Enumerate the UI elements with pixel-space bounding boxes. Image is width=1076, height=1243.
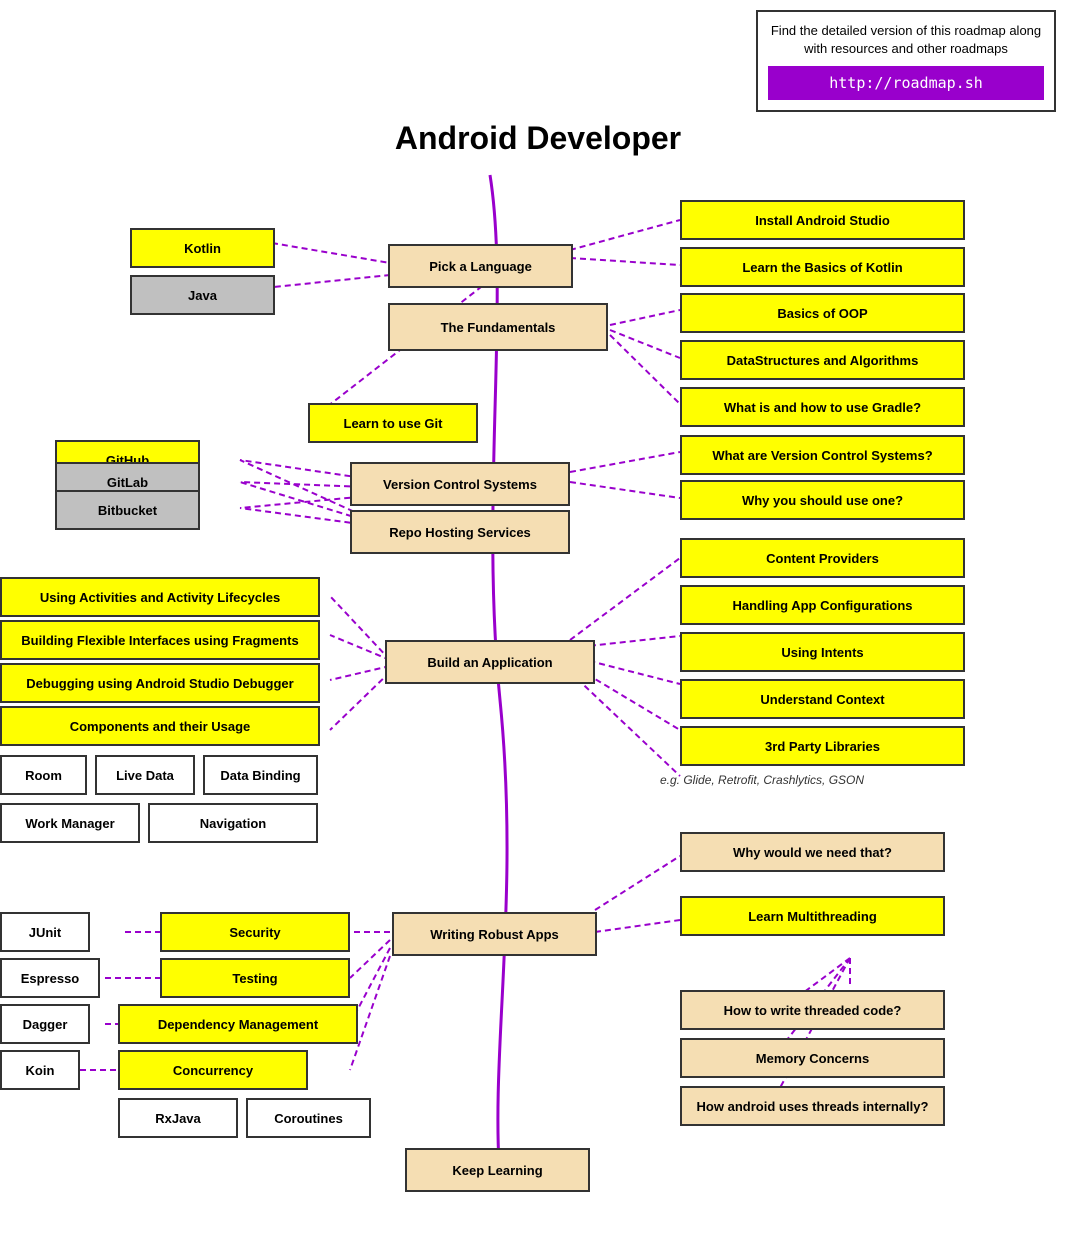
learn-git-node[interactable]: Learn to use Git [308, 403, 478, 443]
page-title: Android Developer [0, 120, 1076, 157]
security-node[interactable]: Security [160, 912, 350, 952]
pick-language-node[interactable]: Pick a Language [388, 244, 573, 288]
datastructures-node[interactable]: DataStructures and Algorithms [680, 340, 965, 380]
workmanager-node[interactable]: Work Manager [0, 803, 140, 843]
info-box: Find the detailed version of this roadma… [756, 10, 1056, 112]
understand-context-node[interactable]: Understand Context [680, 679, 965, 719]
components-node[interactable]: Components and their Usage [0, 706, 320, 746]
kotlin-node[interactable]: Kotlin [130, 228, 275, 268]
livedata-node[interactable]: Live Data [95, 755, 195, 795]
install-android-node[interactable]: Install Android Studio [680, 200, 965, 240]
vcs-what-node[interactable]: What are Version Control Systems? [680, 435, 965, 475]
fundamentals-node[interactable]: The Fundamentals [388, 303, 608, 351]
testing-node[interactable]: Testing [160, 958, 350, 998]
concurrency-node[interactable]: Concurrency [118, 1050, 308, 1090]
bitbucket-node[interactable]: Bitbucket [55, 490, 200, 530]
learn-multi-node[interactable]: Learn Multithreading [680, 896, 945, 936]
info-box-text: Find the detailed version of this roadma… [768, 22, 1044, 58]
content-providers-node[interactable]: Content Providers [680, 538, 965, 578]
build-app-node[interactable]: Build an Application [385, 640, 595, 684]
third-party-node[interactable]: 3rd Party Libraries [680, 726, 965, 766]
room-node[interactable]: Room [0, 755, 87, 795]
basics-oop-node[interactable]: Basics of OOP [680, 293, 965, 333]
info-box-link[interactable]: http://roadmap.sh [768, 66, 1044, 100]
dagger-node[interactable]: Dagger [0, 1004, 90, 1044]
repo-hosting-node[interactable]: Repo Hosting Services [350, 510, 570, 554]
vcs-why-node[interactable]: Why you should use one? [680, 480, 965, 520]
vcs-node[interactable]: Version Control Systems [350, 462, 570, 506]
rxjava-node[interactable]: RxJava [118, 1098, 238, 1138]
koin-node[interactable]: Koin [0, 1050, 80, 1090]
handling-config-node[interactable]: Handling App Configurations [680, 585, 965, 625]
third-party-examples: e.g. Glide, Retrofit, Crashlytics, GSON [660, 773, 864, 787]
databinding-node[interactable]: Data Binding [203, 755, 318, 795]
why-need-node[interactable]: Why would we need that? [680, 832, 945, 872]
keep-learning-node[interactable]: Keep Learning [405, 1148, 590, 1192]
kotlin-basics-node[interactable]: Learn the Basics of Kotlin [680, 247, 965, 287]
depmanagement-node[interactable]: Dependency Management [118, 1004, 358, 1044]
navigation-node[interactable]: Navigation [148, 803, 318, 843]
java-node[interactable]: Java [130, 275, 275, 315]
activities-node[interactable]: Using Activities and Activity Lifecycles [0, 577, 320, 617]
threaded-code-node[interactable]: How to write threaded code? [680, 990, 945, 1030]
threads-internally-node[interactable]: How android uses threads internally? [680, 1086, 945, 1126]
writing-robust-node[interactable]: Writing Robust Apps [392, 912, 597, 956]
coroutines-node[interactable]: Coroutines [246, 1098, 371, 1138]
debugging-node[interactable]: Debugging using Android Studio Debugger [0, 663, 320, 703]
junit-node[interactable]: JUnit [0, 912, 90, 952]
gradle-node[interactable]: What is and how to use Gradle? [680, 387, 965, 427]
fragments-node[interactable]: Building Flexible Interfaces using Fragm… [0, 620, 320, 660]
memory-concerns-node[interactable]: Memory Concerns [680, 1038, 945, 1078]
using-intents-node[interactable]: Using Intents [680, 632, 965, 672]
espresso-node[interactable]: Espresso [0, 958, 100, 998]
